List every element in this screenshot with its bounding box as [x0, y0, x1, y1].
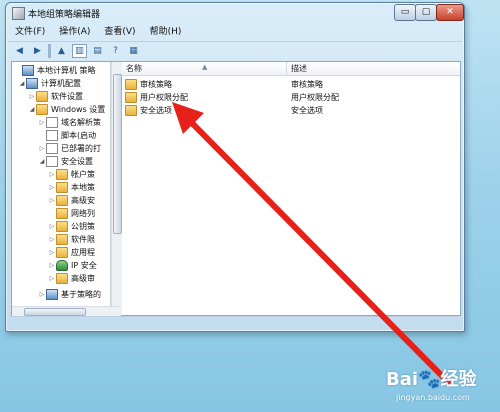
baidu-jingyan-watermark: Bai🐾经验 jingyan.baidu.com — [386, 365, 498, 411]
red-annotation-arrow — [172, 102, 451, 385]
watermark-url: jingyan.baidu.com — [396, 393, 470, 402]
arrow-shaft — [183, 114, 451, 385]
watermark-logo: Bai🐾经验 — [386, 369, 477, 390]
